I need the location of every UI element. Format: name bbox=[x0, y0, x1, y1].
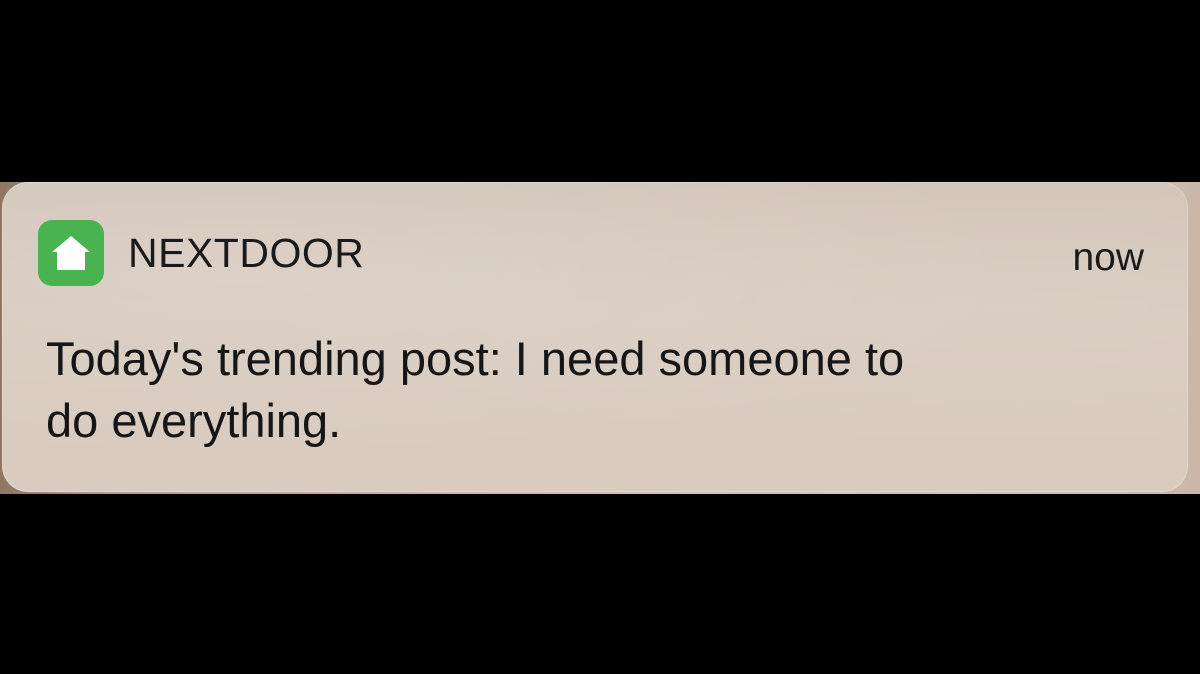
screen: NEXTDOOR now Today's trending post: I ne… bbox=[0, 0, 1200, 674]
notification-message: Today's trending post: I need someone to… bbox=[46, 328, 1146, 452]
notification-time: now bbox=[1072, 236, 1144, 279]
app-name: NEXTDOOR bbox=[128, 230, 365, 276]
message-line-1: Today's trending post: I need someone to bbox=[46, 332, 905, 385]
message-line-2: do everything. bbox=[46, 394, 342, 447]
nextdoor-app-icon bbox=[38, 220, 104, 286]
notification-banner[interactable]: NEXTDOOR now Today's trending post: I ne… bbox=[2, 182, 1188, 492]
house-icon bbox=[52, 236, 90, 270]
